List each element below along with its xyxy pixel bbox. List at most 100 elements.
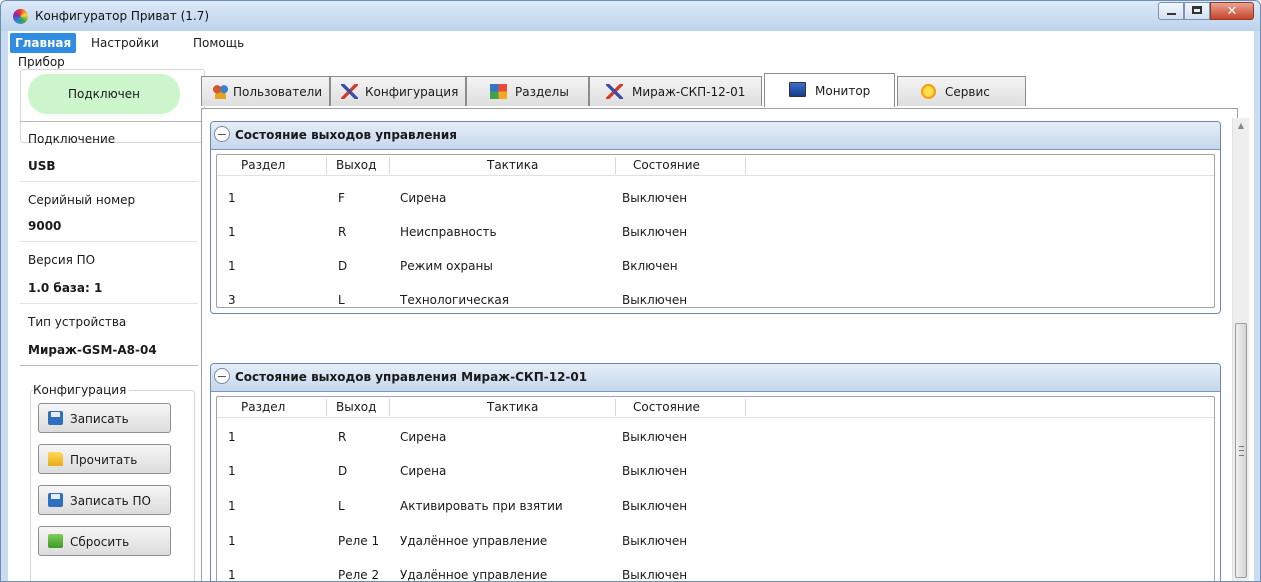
column-header-partition[interactable]: Раздел [241, 400, 285, 414]
table-cell: 1 [228, 499, 236, 513]
table-cell: F [338, 191, 345, 205]
table-cell: 1 [228, 464, 236, 478]
column-header-state[interactable]: Состояние [633, 400, 700, 414]
table-cell: Выключен [622, 191, 688, 205]
folder-icon [48, 452, 63, 466]
vertical-scrollbar[interactable]: ▲ [1232, 118, 1249, 581]
column-header-state[interactable]: Состояние [633, 158, 700, 172]
column-divider[interactable] [389, 157, 390, 174]
firmware-value: 1.0 база: 1 [28, 281, 103, 295]
tab-label: Мираж-СКП-12-01 [632, 85, 746, 99]
write-button[interactable]: Записать [38, 403, 171, 433]
menu-help[interactable]: Помощь [193, 36, 244, 50]
write-firmware-button[interactable]: Записать ПО [38, 485, 171, 515]
reset-button-label: Сбросить [70, 535, 130, 549]
column-divider[interactable] [326, 399, 327, 416]
table-cell: L [338, 499, 345, 513]
table-header: Раздел Выход Тактика Состояние [217, 397, 1214, 418]
maximize-button[interactable] [1184, 2, 1210, 20]
table-cell: 1 [228, 191, 236, 205]
outputs-table: Раздел Выход Тактика Состояние 1 F Сирен… [216, 154, 1215, 308]
connection-label: Подключение [28, 132, 116, 146]
tab-monitor[interactable]: Монитор [764, 73, 895, 107]
table-cell: 1 [228, 568, 236, 582]
tab-mirage-skp[interactable]: Мираж-СКП-12-01 [589, 76, 762, 106]
write-button-label: Записать [70, 412, 129, 426]
config-group-label: Конфигурация [33, 383, 130, 397]
table-cell: Неисправность [400, 225, 497, 239]
connection-value: USB [28, 159, 56, 173]
client-area: Главная Настройки Помощь Прибор Подключе… [8, 31, 1254, 582]
window-title: Конфигуратор Приват (1.7) [35, 9, 210, 23]
close-button[interactable]: ✕ [1210, 2, 1254, 20]
tab-label: Конфигурация [365, 85, 459, 99]
section-header[interactable]: Состояние выходов управления [211, 122, 1220, 150]
reset-icon [48, 534, 63, 548]
users-icon [212, 84, 229, 99]
column-header-output[interactable]: Выход [336, 400, 376, 414]
section-title: Состояние выходов управления [235, 128, 457, 142]
table-cell: Реле 2 [338, 568, 380, 582]
divider [20, 365, 198, 366]
table-cell: Выключен [622, 568, 688, 582]
close-icon: ✕ [1226, 4, 1238, 19]
column-divider[interactable] [745, 399, 746, 416]
read-button[interactable]: Прочитать [38, 444, 171, 474]
tab-service[interactable]: Сервис [897, 76, 1026, 106]
sidebar: Прибор Подключен Подключение USB Серийны… [16, 55, 205, 581]
divider [20, 241, 198, 242]
table-cell: Удалённое управление [400, 534, 548, 548]
minimize-icon [1167, 13, 1176, 15]
column-divider[interactable] [389, 399, 390, 416]
skp-outputs-section: Состояние выходов управления Мираж-СКП-1… [210, 363, 1221, 582]
scroll-up-arrow-icon[interactable]: ▲ [1233, 118, 1249, 134]
floppy-icon [48, 411, 63, 425]
table-cell: 3 [228, 293, 236, 307]
table-cell: Включен [622, 259, 678, 273]
collapse-icon[interactable] [214, 368, 230, 384]
table-cell: Режим охраны [400, 259, 493, 273]
table-cell: 1 [228, 534, 236, 548]
column-header-output[interactable]: Выход [336, 158, 376, 172]
tab-label: Сервис [945, 85, 990, 99]
section-header[interactable]: Состояние выходов управления Мираж-СКП-1… [211, 364, 1220, 392]
scrollbar-thumb[interactable] [1235, 323, 1247, 578]
column-header-tactic[interactable]: Тактика [487, 400, 538, 414]
table-cell: R [338, 225, 347, 239]
tab-bar: Пользователи Конфигурация Разделы Мираж-… [201, 73, 1231, 108]
table-cell: Активировать при взятии [400, 499, 563, 513]
grip-icon [1239, 446, 1244, 456]
table-cell: 1 [228, 225, 236, 239]
tab-configuration[interactable]: Конфигурация [330, 76, 466, 106]
tab-partitions[interactable]: Разделы [466, 76, 589, 106]
column-divider[interactable] [326, 157, 327, 174]
table-cell: Реле 1 [338, 534, 380, 548]
column-divider[interactable] [615, 157, 616, 174]
column-divider[interactable] [615, 399, 616, 416]
tools-icon [341, 84, 358, 99]
read-button-label: Прочитать [70, 453, 138, 467]
menu-main[interactable]: Главная [10, 33, 77, 53]
table-cell: 1 [228, 430, 236, 444]
service-icon [921, 84, 936, 99]
tab-users[interactable]: Пользователи [201, 76, 330, 106]
table-cell: Выключен [622, 225, 688, 239]
column-header-tactic[interactable]: Тактика [487, 158, 538, 172]
collapse-icon[interactable] [214, 126, 230, 142]
column-header-partition[interactable]: Раздел [241, 158, 285, 172]
tab-label: Разделы [515, 85, 569, 99]
table-cell: D [338, 464, 348, 478]
table-cell: Сирена [400, 191, 447, 205]
firmware-label: Версия ПО [28, 253, 96, 267]
menu-settings[interactable]: Настройки [91, 36, 159, 50]
floppy-icon [48, 493, 63, 507]
divider [20, 121, 203, 122]
reset-button[interactable]: Сбросить [38, 526, 171, 556]
table-cell: Выключен [622, 534, 688, 548]
tab-label: Пользователи [233, 85, 323, 99]
table-header: Раздел Выход Тактика Состояние [217, 155, 1214, 176]
minimize-button[interactable] [1158, 2, 1184, 20]
table-cell: L [338, 293, 345, 307]
column-divider[interactable] [745, 157, 746, 174]
partitions-icon [490, 84, 507, 99]
